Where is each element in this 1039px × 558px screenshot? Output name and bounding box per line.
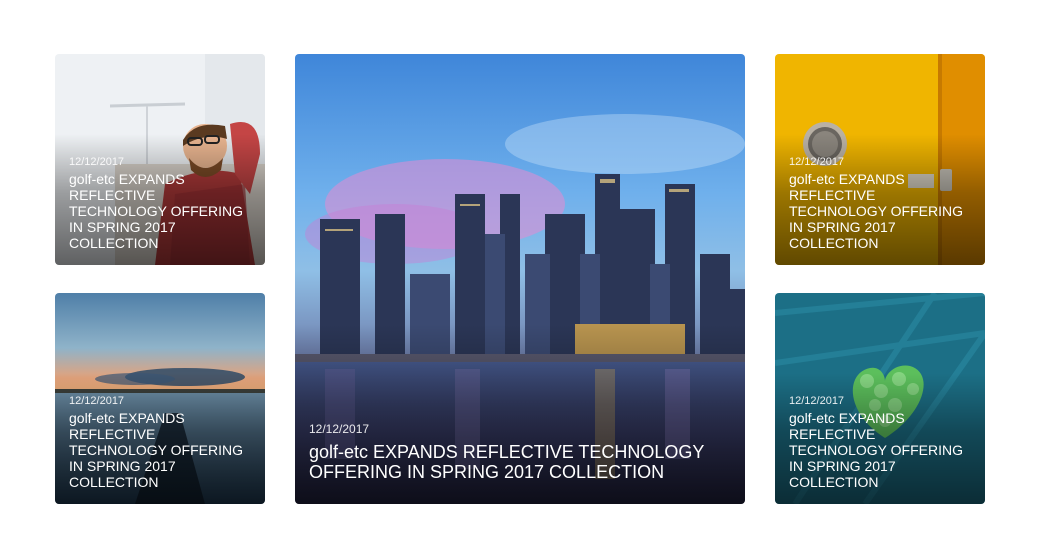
- news-card-1[interactable]: 12/12/2017 golf-etc EXPANDS REFLECTIVE T…: [55, 54, 265, 265]
- card-caption: 12/12/2017 golf-etc EXPANDS REFLECTIVE T…: [69, 156, 255, 251]
- card-caption: 12/12/2017 golf-etc EXPANDS REFLECTIVE T…: [789, 395, 975, 490]
- card-date: 12/12/2017: [309, 422, 370, 436]
- card-date: 12/12/2017: [789, 395, 845, 407]
- card-title[interactable]: golf-etc EXPANDS REFLECTIVE TECHNOLOGY O…: [69, 171, 255, 251]
- card-title[interactable]: golf-etc EXPANDS REFLECTIVE TECHNOLOGY O…: [789, 171, 975, 251]
- news-card-4[interactable]: 12/12/2017 golf-etc EXPANDS REFLECTIVE T…: [775, 293, 985, 504]
- card-caption: 12/12/2017 golf-etc EXPANDS REFLECTIVE T…: [309, 422, 705, 482]
- card-title[interactable]: golf-etc EXPANDS REFLECTIVE TECHNOLOGY O…: [309, 442, 705, 482]
- card-caption: 12/12/2017 golf-etc EXPANDS REFLECTIVE T…: [789, 156, 975, 251]
- news-card-2[interactable]: 12/12/2017 golf-etc EXPANDS REFLECTIVE T…: [55, 293, 265, 504]
- featured-news-card[interactable]: 12/12/2017 golf-etc EXPANDS REFLECTIVE T…: [295, 54, 745, 504]
- card-date: 12/12/2017: [789, 156, 845, 168]
- card-title[interactable]: golf-etc EXPANDS REFLECTIVE TECHNOLOGY O…: [789, 410, 975, 490]
- card-date: 12/12/2017: [69, 156, 125, 168]
- card-caption: 12/12/2017 golf-etc EXPANDS REFLECTIVE T…: [69, 395, 255, 490]
- news-card-3[interactable]: 12/12/2017 golf-etc EXPANDS REFLECTIVE T…: [775, 54, 985, 265]
- card-date: 12/12/2017: [69, 395, 125, 407]
- card-title[interactable]: golf-etc EXPANDS REFLECTIVE TECHNOLOGY O…: [69, 410, 255, 490]
